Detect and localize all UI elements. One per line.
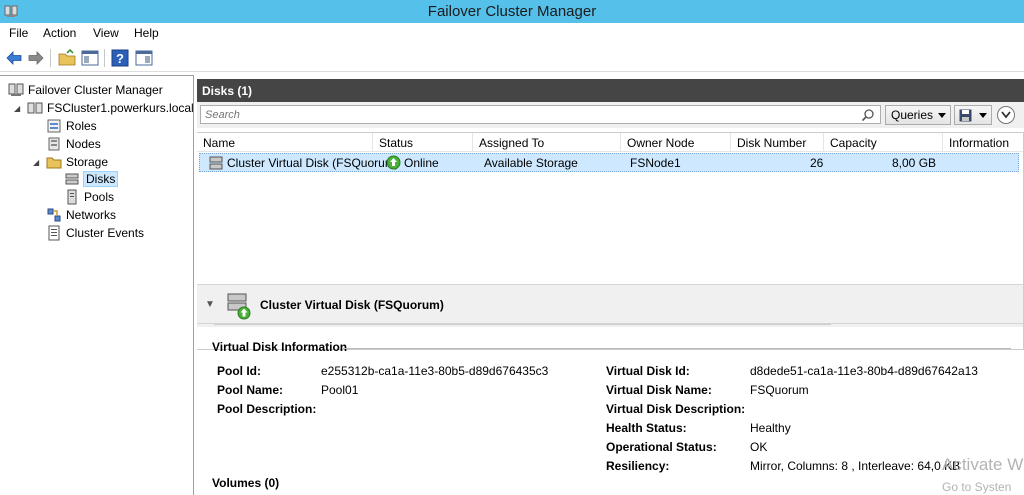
column-header-information[interactable]: Information (943, 133, 1023, 152)
column-header-name[interactable]: Name (197, 133, 373, 152)
value-resiliency: Mirror, Columns: 8 , Interleave: 64,0 KB (750, 459, 961, 473)
section-title-virtual-disk-info: Virtual Disk Information (212, 340, 348, 354)
label-pool-name: Pool Name: (217, 383, 284, 397)
value-virtual-disk-id: d8dede51-ca1a-11e3-80b4-d89d67642a13 (750, 364, 978, 378)
nodes-icon (48, 137, 60, 151)
svg-text:?: ? (116, 51, 124, 66)
save-query-button[interactable] (954, 105, 992, 125)
search-icon[interactable] (861, 108, 875, 122)
label-virtual-disk-name: Virtual Disk Name: (606, 383, 712, 397)
column-header-disk-number[interactable]: Disk Number (731, 133, 824, 152)
column-header-capacity[interactable]: Capacity (824, 133, 943, 152)
disks-panel-header: Disks (1) (197, 79, 1024, 102)
queries-button[interactable]: Queries (885, 105, 951, 125)
activation-watermark-line2: Go to Systen (942, 480, 1012, 494)
tree-item-networks[interactable]: Networks (46, 206, 116, 224)
label-pool-id: Pool Id: (217, 364, 261, 378)
menu-action[interactable]: Action (43, 26, 76, 40)
label-health-status: Health Status: (606, 421, 687, 435)
column-header-status[interactable]: Status (373, 133, 473, 152)
show-hide-tree-icon[interactable] (80, 48, 100, 68)
tree-item-roles[interactable]: Roles (46, 117, 97, 135)
collapse-details-icon[interactable]: ▼ (205, 299, 215, 310)
title-bar: Failover Cluster Manager (0, 0, 1024, 23)
forward-arrow-icon[interactable] (26, 48, 46, 68)
toolbar-separator (104, 49, 105, 67)
networks-icon (47, 208, 61, 222)
cluster-icon (27, 102, 43, 114)
main-pane: Disks (1) Queries Name Sta (197, 79, 1024, 495)
cluster-events-icon (48, 225, 60, 241)
tree-item-disks[interactable]: Disks (64, 170, 119, 188)
search-input[interactable] (200, 105, 881, 124)
tree-item-storage[interactable]: Storage (46, 153, 108, 171)
cell-assigned-to: Available Storage (484, 156, 578, 170)
chevron-down-icon (979, 113, 987, 118)
chevron-down-icon (1001, 111, 1011, 119)
details-title: Cluster Virtual Disk (FSQuorum) (260, 298, 444, 312)
help-icon[interactable]: ? (110, 48, 130, 68)
save-icon (959, 109, 972, 122)
roles-icon (47, 119, 61, 133)
toolbar: ? (0, 44, 1024, 72)
virtual-disk-icon (209, 156, 223, 170)
back-arrow-icon[interactable] (4, 48, 24, 68)
tree-item-failover-cluster-manager[interactable]: Failover Cluster Manager (8, 81, 163, 99)
expander-cluster-icon[interactable]: ◢ (14, 104, 20, 113)
value-pool-name: Pool01 (321, 383, 359, 397)
menu-bar: File Action View Help (0, 23, 1024, 44)
cell-disk-number: 26 (810, 156, 824, 170)
grid-header: Name Status Assigned To Owner Node Disk … (197, 133, 1023, 152)
tree-item-cluster[interactable]: FSCluster1.powerkurs.local (27, 99, 194, 117)
value-virtual-disk-name: FSQuorum (750, 383, 809, 397)
chevron-down-icon (938, 113, 946, 118)
expander-storage-icon[interactable]: ◢ (33, 158, 39, 167)
cell-owner-node: FSNode1 (630, 156, 681, 170)
pools-icon (67, 189, 77, 205)
toolbar-separator (50, 49, 51, 67)
online-status-icon (386, 155, 401, 170)
table-row[interactable]: Cluster Virtual Disk (FSQuorum) Online A… (199, 153, 1019, 172)
menu-help[interactable]: Help (134, 26, 159, 40)
queries-label: Queries (891, 108, 934, 122)
cell-capacity: 8,00 GB (892, 156, 937, 170)
window-title: Failover Cluster Manager (427, 3, 597, 20)
cell-status: Online (404, 156, 439, 170)
storage-folder-icon (46, 157, 62, 169)
label-virtual-disk-id: Virtual Disk Id: (606, 364, 690, 378)
column-header-owner-node[interactable]: Owner Node (621, 133, 731, 152)
menu-file[interactable]: File (9, 26, 28, 40)
disks-icon (65, 173, 79, 185)
search-bar: Queries (197, 102, 1024, 128)
details-header: ▼ Cluster Virtual Disk (FSQuorum) (197, 284, 1023, 324)
collapse-button[interactable] (997, 106, 1015, 124)
section-divider (343, 348, 1011, 349)
tree-item-pools[interactable]: Pools (64, 188, 114, 206)
label-operational-status: Operational Status: (606, 440, 717, 454)
value-health-status: Healthy (750, 421, 791, 435)
tree-item-cluster-events[interactable]: Cluster Events (46, 224, 144, 242)
value-operational-status: OK (750, 440, 768, 454)
column-header-assigned-to[interactable]: Assigned To (473, 133, 621, 152)
label-resiliency: Resiliency: (606, 459, 670, 473)
show-hide-action-pane-icon[interactable] (134, 48, 154, 68)
section-title-volumes: Volumes (0) (212, 476, 280, 490)
cluster-manager-icon (8, 83, 24, 96)
navigation-tree: Failover Cluster Manager ◢ FSCluster1.po… (0, 75, 194, 495)
cell-name: Cluster Virtual Disk (FSQuorum) (227, 156, 399, 170)
virtual-disk-large-icon (227, 293, 251, 320)
menu-view[interactable]: View (93, 26, 119, 40)
value-pool-id: e255312b-ca1a-11e3-80b5-d89d676435c3 (321, 364, 549, 378)
label-pool-description: Pool Description: (217, 402, 317, 416)
label-virtual-disk-description: Virtual Disk Description: (606, 402, 746, 416)
up-folder-icon[interactable] (57, 48, 77, 68)
tree-item-nodes[interactable]: Nodes (46, 135, 101, 153)
activation-watermark-line1: Activate W (942, 455, 1024, 474)
